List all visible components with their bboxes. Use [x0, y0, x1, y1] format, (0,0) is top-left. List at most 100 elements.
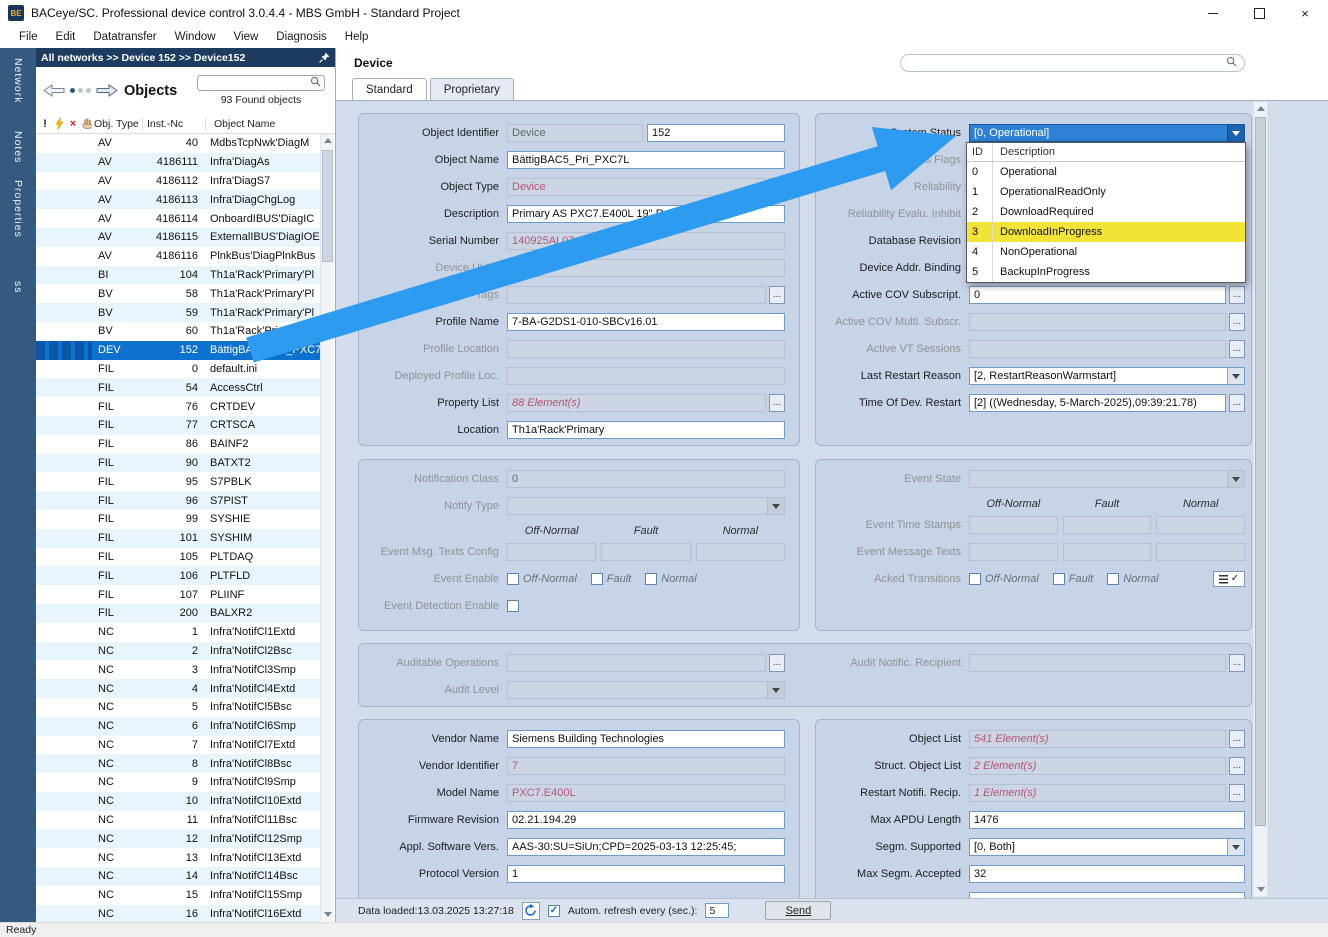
sidebar-item-partial[interactable]: ss: [12, 281, 24, 294]
chevron-down-icon[interactable]: [1227, 125, 1244, 141]
close-button[interactable]: ×: [1282, 0, 1328, 26]
object-identifier-instance-field[interactable]: 152: [647, 124, 785, 142]
acked-normal-checkbox[interactable]: [1107, 573, 1119, 585]
ellipsis-button[interactable]: ...: [769, 394, 785, 412]
table-row[interactable]: AV 4186116 PlnkBus'DiagPlnkBus: [36, 247, 321, 266]
table-row[interactable]: BV 58 Th1a'Rack'Primary'Pl: [36, 284, 321, 303]
table-row[interactable]: FIL 0 default.ini: [36, 360, 321, 379]
ellipsis-button[interactable]: ...: [1229, 730, 1245, 748]
table-row[interactable]: NC 16 Infra'NotifCl16Extd: [36, 905, 321, 922]
form-scrollbar[interactable]: [1253, 101, 1268, 897]
table-row[interactable]: FIL 76 CRTDEV: [36, 397, 321, 416]
table-row[interactable]: BV 60 Th1a'Rack'Primary'Pl: [36, 322, 321, 341]
table-row[interactable]: FIL 106 PLTFLD: [36, 566, 321, 585]
ellipsis-button[interactable]: ...: [1229, 394, 1245, 412]
table-row[interactable]: AV 4186115 ExternalIBUS'DiagIOE: [36, 228, 321, 247]
table-row[interactable]: NC 5 Infra'NotifCl5Bsc: [36, 698, 321, 717]
device-search-input[interactable]: [900, 54, 1245, 72]
firmware-revision-field[interactable]: 02.21.194.29: [507, 811, 785, 829]
time-of-restart-field[interactable]: [2] ((Wednesday, 5-March-2025),09:39:21.…: [969, 394, 1226, 412]
table-row[interactable]: NC 3 Infra'NotifCl3Smp: [36, 660, 321, 679]
table-row[interactable]: NC 13 Infra'NotifCl13Extd: [36, 848, 321, 867]
table-row[interactable]: NC 12 Infra'NotifCl12Smp: [36, 829, 321, 848]
table-row[interactable]: FIL 90 BATXT2: [36, 454, 321, 473]
table-row[interactable]: FIL 95 S7PBLK: [36, 472, 321, 491]
menu-view[interactable]: View: [225, 31, 268, 43]
autorefresh-checkbox[interactable]: [548, 905, 560, 917]
ellipsis-button[interactable]: ...: [1229, 757, 1245, 775]
software-version-field[interactable]: AAS-30:SU=SiUn;CPD=2025-03-13 12:25:45;: [507, 838, 785, 856]
forward-arrow-icon[interactable]: [95, 82, 119, 99]
lightning-icon[interactable]: [52, 117, 66, 130]
menu-edit[interactable]: Edit: [47, 31, 85, 43]
menu-file[interactable]: File: [10, 31, 47, 43]
table-row[interactable]: NC 9 Infra'NotifCl9Smp: [36, 773, 321, 792]
max-segm-field[interactable]: 32: [969, 865, 1245, 883]
multi-select-button[interactable]: ✓: [1213, 571, 1245, 587]
menu-window[interactable]: Window: [166, 31, 225, 43]
event-enable-offnormal-checkbox[interactable]: [507, 573, 519, 585]
object-name-field[interactable]: BättigBAC5_Pri_PXC7L: [507, 151, 785, 169]
ellipsis-button[interactable]: ...: [1229, 313, 1245, 331]
table-row[interactable]: AV 4186113 Infra'DiagChgLog: [36, 190, 321, 209]
objects-search-input[interactable]: [197, 75, 325, 91]
table-row[interactable]: NC 6 Infra'NotifCl6Smp: [36, 717, 321, 736]
sidebar-item-network[interactable]: Network: [12, 58, 24, 104]
tab-proprietary[interactable]: Proprietary: [430, 78, 514, 100]
scroll-up-icon[interactable]: [1254, 102, 1267, 115]
ellipsis-button[interactable]: ...: [1229, 654, 1245, 672]
scroll-thumb[interactable]: [1255, 117, 1266, 826]
delete-icon[interactable]: ×: [66, 118, 80, 130]
profile-name-field[interactable]: 7-BA-G2DS1-010-SBCv16.01: [507, 313, 785, 331]
scroll-thumb[interactable]: [322, 150, 333, 262]
column-header-instance[interactable]: Inst.-Nc: [142, 118, 205, 130]
table-row[interactable]: NC 2 Infra'NotifCl2Bsc: [36, 642, 321, 661]
scroll-down-icon[interactable]: [1254, 883, 1267, 896]
refresh-interval-input[interactable]: 5: [705, 903, 729, 918]
table-row[interactable]: NC 15 Infra'NotifCl15Smp: [36, 886, 321, 905]
maximize-button[interactable]: [1236, 0, 1282, 26]
objects-list-scrollbar[interactable]: [320, 134, 334, 921]
system-status-combo[interactable]: [0, Operational]: [969, 124, 1245, 142]
table-row[interactable]: BV 59 Th1a'Rack'Primary'Pl: [36, 303, 321, 322]
ellipsis-button[interactable]: ...: [1229, 286, 1245, 304]
event-enable-fault-checkbox[interactable]: [591, 573, 603, 585]
table-row[interactable]: FIL 105 PLTDAQ: [36, 548, 321, 567]
table-row[interactable]: FIL 101 SYSHIM: [36, 529, 321, 548]
table-row[interactable]: AV 40 MdbsTcpNwk'DiagM: [36, 134, 321, 153]
table-row[interactable]: DEV 152 BättigBAC5_Pri_PXC7: [36, 341, 321, 360]
table-row[interactable]: FIL 96 S7PIST: [36, 491, 321, 510]
column-header-type[interactable]: Obj. Type: [94, 118, 142, 130]
chevron-down-icon[interactable]: [1227, 839, 1244, 855]
history-dots[interactable]: [70, 88, 91, 93]
active-cov-field[interactable]: 0: [969, 286, 1226, 304]
table-row[interactable]: AV 4186112 Infra'DiagS7: [36, 172, 321, 191]
send-button[interactable]: Send: [765, 901, 831, 920]
table-row[interactable]: NC 10 Infra'NotifCl10Extd: [36, 792, 321, 811]
table-row[interactable]: FIL 200 BALXR2: [36, 604, 321, 623]
table-row[interactable]: BI 104 Th1a'Rack'Primary'Pl: [36, 266, 321, 285]
dropdown-option[interactable]: 3 DownloadInProgress: [967, 222, 1245, 242]
acked-fault-checkbox[interactable]: [1053, 573, 1065, 585]
table-row[interactable]: NC 11 Infra'NotifCl11Bsc: [36, 811, 321, 830]
last-restart-reason-combo[interactable]: [2, RestartReasonWarmstart]: [969, 367, 1245, 385]
alarm-icon[interactable]: !: [38, 118, 52, 130]
protocol-version-field[interactable]: 1: [507, 865, 785, 883]
vendor-name-field[interactable]: Siemens Building Technologies: [507, 730, 785, 748]
column-header-name[interactable]: Object Name: [205, 118, 335, 130]
menu-diagnosis[interactable]: Diagnosis: [267, 31, 336, 43]
table-row[interactable]: FIL 99 SYSHIE: [36, 510, 321, 529]
hand-icon[interactable]: [80, 118, 94, 130]
dropdown-option[interactable]: 4 NonOperational: [967, 242, 1245, 262]
scroll-up-icon[interactable]: [321, 134, 334, 147]
table-row[interactable]: FIL 54 AccessCtrl: [36, 378, 321, 397]
tab-standard[interactable]: Standard: [352, 78, 427, 100]
max-apdu-field[interactable]: 1476: [969, 811, 1245, 829]
refresh-button[interactable]: [522, 902, 540, 920]
scroll-down-icon[interactable]: [321, 908, 334, 921]
pin-icon[interactable]: [319, 52, 330, 63]
dropdown-option[interactable]: 2 DownloadRequired: [967, 202, 1245, 222]
ellipsis-button[interactable]: ...: [769, 654, 785, 672]
table-row[interactable]: NC 1 Infra'NotifCl1Extd: [36, 623, 321, 642]
dropdown-option[interactable]: 0 Operational: [967, 162, 1245, 182]
